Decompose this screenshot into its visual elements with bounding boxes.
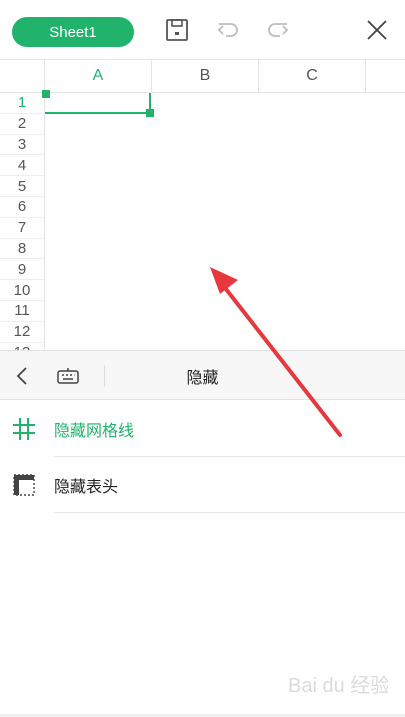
watermark-text: Bai du 经验	[288, 674, 388, 697]
baidu-watermark: Bai du 经验	[288, 670, 390, 700]
grid-lines-icon	[12, 417, 36, 441]
undo-icon[interactable]	[216, 17, 242, 43]
hide-gridlines-label: 隐藏网格线	[54, 421, 135, 440]
column-header-a[interactable]: A	[45, 60, 152, 93]
row-header-3[interactable]: 3	[0, 134, 45, 156]
row-header-7[interactable]: 7	[0, 217, 45, 239]
row-header-2[interactable]: 2	[0, 113, 45, 135]
hide-headers-label: 隐藏表头	[54, 477, 119, 496]
spreadsheet-grid[interactable]: A B C 1 2 3 4 5 6 7 8 9 10 11 12 13	[0, 60, 405, 350]
column-header-b[interactable]: B	[152, 60, 259, 93]
close-icon[interactable]	[364, 17, 390, 43]
keyboard-icon[interactable]	[56, 365, 80, 387]
redo-icon[interactable]	[264, 17, 290, 43]
row-header-4[interactable]: 4	[0, 155, 45, 177]
row-header-5[interactable]: 5	[0, 176, 45, 197]
row-header-11[interactable]: 11	[0, 301, 45, 322]
save-icon[interactable]	[164, 17, 190, 43]
sheet-tab-button[interactable]: Sheet1	[12, 17, 134, 47]
back-icon[interactable]	[12, 365, 34, 387]
column-header-next[interactable]	[366, 60, 405, 93]
selected-cell-a1[interactable]	[42, 90, 154, 117]
panel-header: 隐藏	[0, 350, 405, 400]
top-toolbar: Sheet1	[0, 0, 405, 60]
row-header-13[interactable]: 13	[0, 342, 45, 350]
option-divider	[54, 512, 405, 513]
hide-gridlines-option[interactable]: 隐藏网格线	[0, 401, 405, 457]
panel-header-divider	[104, 365, 105, 387]
row-header-10[interactable]: 10	[0, 280, 45, 301]
row-header-8[interactable]: 8	[0, 238, 45, 260]
column-header-c[interactable]: C	[259, 60, 366, 93]
hide-panel: 隐藏 隐藏网格线 隐藏表头	[0, 350, 405, 717]
row-header-12[interactable]: 12	[0, 321, 45, 343]
row-header-6[interactable]: 6	[0, 197, 45, 218]
hide-headers-option[interactable]: 隐藏表头	[0, 457, 405, 513]
header-icon	[12, 473, 36, 497]
grid-corner[interactable]	[0, 60, 45, 93]
row-header-1[interactable]: 1	[0, 93, 45, 114]
row-header-9[interactable]: 9	[0, 259, 45, 281]
